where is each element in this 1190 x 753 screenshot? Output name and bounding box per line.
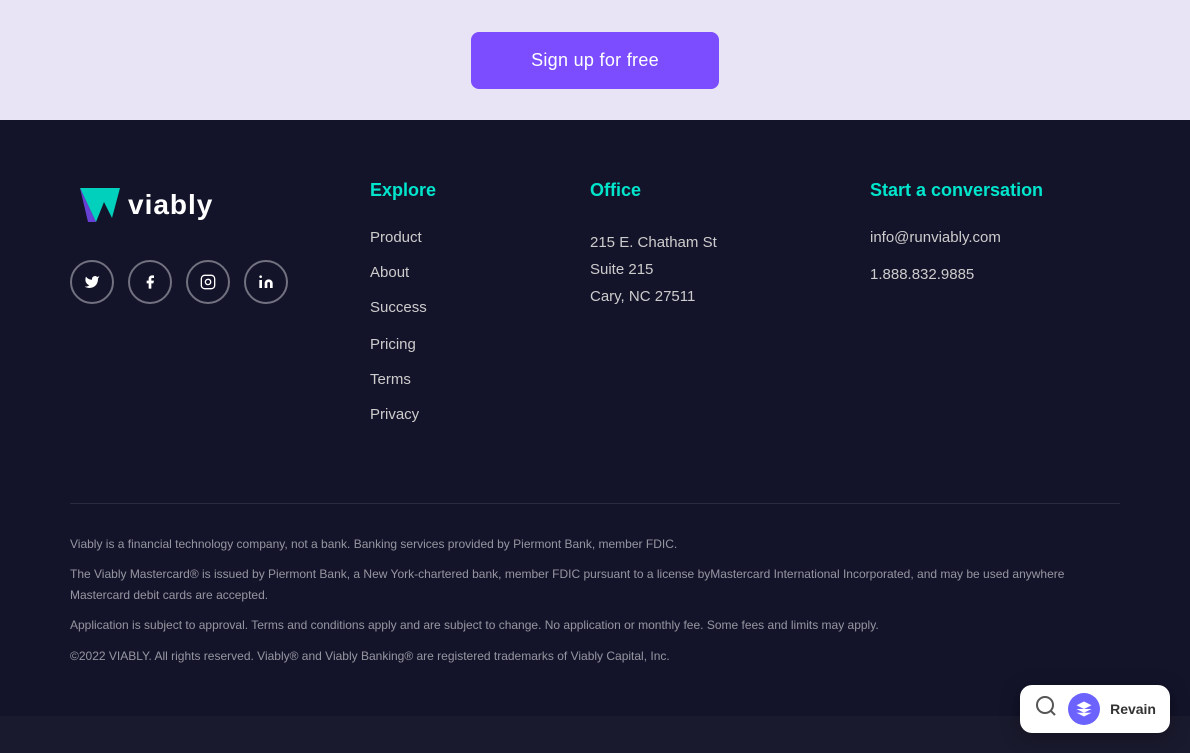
- office-address: 215 E. Chatham St Suite 215 Cary, NC 275…: [590, 229, 870, 310]
- revain-widget[interactable]: Revain: [1020, 685, 1170, 733]
- facebook-icon[interactable]: [128, 260, 172, 304]
- contact-phone: 1.888.832.9885: [870, 266, 1120, 283]
- explore-link-privacy[interactable]: Privacy: [370, 406, 590, 423]
- explore-title: Explore: [370, 180, 590, 201]
- explore-link-pricing[interactable]: Pricing: [370, 336, 590, 353]
- signup-button[interactable]: Sign up for free: [471, 32, 719, 89]
- logo-container: viably: [70, 180, 370, 230]
- revain-label: Revain: [1110, 701, 1156, 717]
- legal-line4: ©2022 VIABLY. All rights reserved. Viabl…: [70, 646, 1120, 666]
- logo-text: viably: [128, 189, 213, 221]
- social-icons: [70, 260, 370, 304]
- hero-section: Sign up for free: [0, 0, 1190, 120]
- office-line3: Cary, NC 27511: [590, 283, 870, 310]
- footer-contact: Start a conversation info@runviably.com …: [870, 180, 1120, 443]
- footer: viably Explore Product: [0, 120, 1190, 716]
- instagram-icon[interactable]: [186, 260, 230, 304]
- explore-group-1: Product About Success: [370, 229, 590, 316]
- footer-divider: [70, 503, 1120, 504]
- explore-group-2: Pricing Terms Privacy: [370, 336, 590, 423]
- linkedin-icon[interactable]: [244, 260, 288, 304]
- explore-link-about[interactable]: About: [370, 264, 590, 281]
- twitter-icon[interactable]: [70, 260, 114, 304]
- footer-top: viably Explore Product: [70, 180, 1120, 443]
- legal-line1: Viably is a financial technology company…: [70, 534, 1120, 554]
- legal-line2: The Viably Mastercard® is issued by Pier…: [70, 564, 1120, 605]
- office-line1: 215 E. Chatham St: [590, 229, 870, 256]
- viably-logo-icon: [70, 180, 120, 230]
- legal-line3: Application is subject to approval. Term…: [70, 615, 1120, 635]
- contact-email[interactable]: info@runviably.com: [870, 229, 1120, 246]
- explore-link-product[interactable]: Product: [370, 229, 590, 246]
- office-line2: Suite 215: [590, 256, 870, 283]
- office-title: Office: [590, 180, 870, 201]
- footer-brand: viably: [70, 180, 370, 443]
- contact-title: Start a conversation: [870, 180, 1120, 201]
- footer-legal: Viably is a financial technology company…: [70, 534, 1120, 666]
- footer-office: Office 215 E. Chatham St Suite 215 Cary,…: [590, 180, 870, 443]
- explore-link-terms[interactable]: Terms: [370, 371, 590, 388]
- revain-search-icon: [1034, 694, 1058, 724]
- footer-explore: Explore Product About Success Pricing Te…: [370, 180, 590, 443]
- revain-logo-icon: [1068, 693, 1100, 725]
- explore-link-success[interactable]: Success: [370, 299, 590, 316]
